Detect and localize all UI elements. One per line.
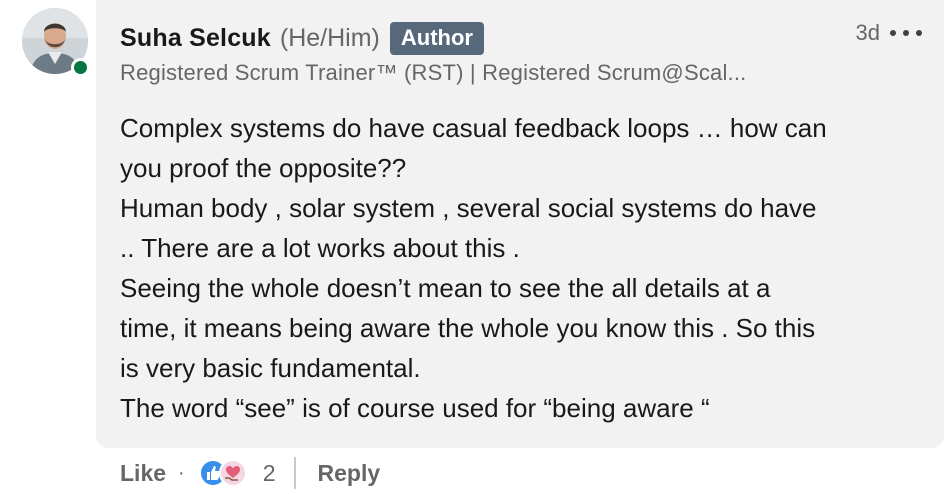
- action-separator: ·: [178, 461, 185, 484]
- like-button[interactable]: Like: [120, 460, 166, 487]
- comment-line: Complex systems do have casual feedback …: [120, 113, 827, 143]
- comment-text: Complex systems do have casual feedback …: [120, 108, 920, 428]
- avatar[interactable]: [22, 8, 90, 77]
- more-dot: [903, 30, 909, 36]
- more-options-icon[interactable]: [890, 22, 922, 44]
- author-pronouns: (He/Him): [279, 24, 380, 52]
- comment-line: is very basic fundamental.: [120, 353, 421, 383]
- comment-line: .. There are a lot works about this .: [120, 233, 520, 263]
- comment-timestamp: 3d: [855, 20, 880, 45]
- action-divider: [293, 457, 296, 489]
- online-status-icon: [71, 58, 90, 77]
- reactions-summary[interactable]: [198, 457, 253, 489]
- comment-line: Human body , solar system , several soci…: [120, 193, 817, 223]
- more-dot: [916, 30, 922, 36]
- comment-line: Seeing the whole doesn’t mean to see the…: [120, 273, 771, 303]
- author-name[interactable]: Suha Selcuk: [120, 24, 271, 53]
- reaction-count[interactable]: 2: [263, 460, 276, 487]
- comment-actions: Like · 2 Reply: [120, 455, 380, 491]
- reply-button[interactable]: Reply: [318, 460, 381, 487]
- comment-header: Suha Selcuk (He/Him) Author: [120, 22, 484, 55]
- comment-line: The word “see” is of course used for “be…: [120, 393, 710, 423]
- more-dot: [890, 30, 896, 36]
- love-reaction-icon: [218, 459, 247, 487]
- author-badge: Author: [389, 22, 484, 55]
- author-headline: Registered Scrum Trainer™ (RST) | Regist…: [120, 60, 747, 85]
- comment-line: you proof the opposite??: [120, 153, 407, 183]
- comment-line: time, it means being aware the whole you…: [120, 313, 816, 343]
